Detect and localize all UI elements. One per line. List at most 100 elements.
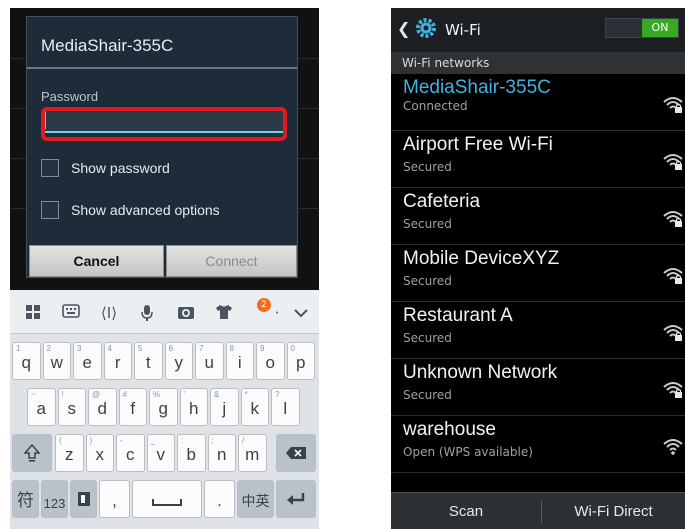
wifi-toggle[interactable]: ON — [605, 18, 679, 38]
key-t[interactable]: 5t — [134, 342, 163, 380]
network-item[interactable]: Airport Free Wi-Fi Secured — [391, 131, 685, 188]
key-row-3: (z) x - c _ v: b; n / m — [10, 430, 319, 476]
show-password-checkbox[interactable] — [41, 159, 59, 177]
key-k[interactable]: * k — [240, 388, 269, 426]
show-advanced-label: Show advanced options — [71, 202, 220, 218]
key-q[interactable]: 1q — [12, 342, 41, 380]
network-status: Secured — [403, 274, 452, 288]
network-item[interactable]: Restaurant A Secured — [391, 302, 685, 359]
connect-button[interactable]: Connect — [166, 245, 297, 277]
cancel-button[interactable]: Cancel — [29, 245, 164, 277]
network-item[interactable]: Cafeteria Secured — [391, 188, 685, 245]
key-s[interactable]: ! s — [57, 388, 86, 426]
show-password-row[interactable]: Show password — [41, 157, 170, 179]
network-name: MediaShair-355C — [403, 77, 551, 98]
password-label: Password — [41, 89, 99, 104]
comma-key[interactable]: , — [99, 480, 130, 518]
network-name: Cafeteria — [403, 191, 481, 212]
key-b[interactable]: :b — [177, 434, 206, 472]
key-g[interactable]: % g — [149, 388, 178, 426]
bottom-bar: Scan Wi-Fi Direct — [391, 492, 685, 529]
wifi-secured-icon — [663, 153, 683, 171]
wifi-direct-button[interactable]: Wi-Fi Direct — [542, 493, 685, 529]
network-item[interactable]: warehouse Open (WPS available) — [391, 416, 685, 473]
network-name: Restaurant A — [403, 305, 513, 326]
wifi-password-dialog: MediaShair-355C Password Show password S… — [26, 16, 298, 278]
key-p[interactable]: 0p — [286, 342, 315, 380]
key-w[interactable]: 2w — [42, 342, 71, 380]
key-a[interactable]: ~ a — [27, 388, 56, 426]
key-n[interactable]: ; n — [207, 434, 236, 472]
numbers-key[interactable]: 123 — [41, 480, 68, 518]
settings-gear-icon — [416, 18, 436, 38]
network-status: Secured — [403, 217, 452, 231]
password-dialog-screen: MediaShair-355C Password Show password S… — [10, 8, 319, 529]
enter-key[interactable] — [276, 480, 316, 518]
wifi-secured-icon — [663, 210, 683, 228]
input-method-key[interactable] — [70, 480, 97, 518]
key-row-2: ~ a! s @ d # f% g ' h & j * k? l — [10, 384, 319, 430]
network-status: Open (WPS available) — [403, 445, 533, 459]
period-key[interactable]: . — [204, 480, 235, 518]
key-v[interactable]: _ v — [146, 434, 175, 472]
network-status: Secured — [403, 388, 452, 402]
show-advanced-row[interactable]: Show advanced options — [41, 199, 220, 221]
network-name: warehouse — [403, 419, 496, 440]
wifi-secured-icon — [663, 267, 683, 285]
key-o[interactable]: 9o — [256, 342, 285, 380]
wifi-secured-icon — [663, 324, 683, 342]
network-name: Airport Free Wi-Fi — [403, 134, 553, 155]
scan-button[interactable]: Scan — [391, 493, 541, 529]
symbols-key[interactable]: 符 — [12, 480, 39, 518]
key-u[interactable]: 7u — [195, 342, 224, 380]
network-item[interactable]: Unknown Network Secured — [391, 359, 685, 416]
network-item[interactable]: Mobile DeviceXYZ Secured — [391, 245, 685, 302]
network-item[interactable]: MediaShair-355C Connected — [391, 74, 685, 131]
network-status: Secured — [403, 331, 452, 345]
microphone-icon[interactable] — [138, 304, 156, 322]
key-h[interactable]: ' h — [179, 388, 208, 426]
network-name: Unknown Network — [403, 362, 558, 383]
key-d[interactable]: @ d — [88, 388, 117, 426]
wifi-signal-icon — [663, 438, 683, 456]
theme-icon[interactable] — [215, 304, 233, 322]
cursor-move-icon[interactable]: ⟨I⟩ — [100, 304, 118, 322]
wifi-secured-icon — [663, 96, 683, 114]
network-status: Secured — [403, 160, 452, 174]
keyboard-icon[interactable] — [62, 304, 80, 322]
network-name: Mobile DeviceXYZ — [403, 248, 560, 269]
dialog-title: MediaShair-355C — [27, 17, 297, 69]
key-j[interactable]: & j — [210, 388, 239, 426]
wifi-settings-screen: ❮ Wi-Fi ON Wi-Fi networks MediaShair-355… — [391, 8, 685, 529]
key-e[interactable]: 3e — [73, 342, 102, 380]
network-status: Connected — [403, 99, 468, 113]
wifi-header: ❮ Wi-Fi ON — [391, 8, 685, 52]
page-title: Wi-Fi — [445, 21, 481, 39]
camera-icon[interactable] — [177, 304, 195, 322]
key-x[interactable]: ) x — [85, 434, 114, 472]
keyboard: ⟨I⟩ 2 · 1q2w3e4r5t6y7u8i9o0p ~ a! s @ d # f% g '… — [10, 290, 319, 529]
space-key[interactable] — [132, 480, 202, 518]
backspace-key[interactable] — [276, 434, 316, 472]
section-header: Wi-Fi networks — [391, 52, 685, 74]
grid-icon[interactable] — [24, 304, 42, 322]
chevron-down-icon[interactable] — [292, 304, 310, 322]
highlight-box — [41, 107, 287, 141]
toggle-on-label: ON — [642, 19, 678, 37]
back-icon[interactable]: ❮ — [397, 19, 410, 38]
key-r[interactable]: 4r — [103, 342, 132, 380]
shift-key[interactable] — [12, 434, 52, 472]
key-f[interactable]: # f — [118, 388, 147, 426]
key-c[interactable]: -c — [116, 434, 145, 472]
keyboard-toolbar: ⟨I⟩ 2 · — [10, 290, 319, 334]
key-row-1: 1q2w3e4r5t6y7u8i9o0p — [10, 338, 319, 384]
key-y[interactable]: 6y — [164, 342, 193, 380]
key-z[interactable]: (z — [55, 434, 84, 472]
key-row-4: 符 123 , . 中英 — [10, 476, 319, 522]
language-key[interactable]: 中英 — [237, 480, 274, 518]
wifi-secured-icon — [663, 381, 683, 399]
key-l[interactable]: ? l — [271, 388, 300, 426]
key-i[interactable]: 8i — [225, 342, 254, 380]
show-advanced-checkbox[interactable] — [41, 201, 59, 219]
key-m[interactable]: / m — [238, 434, 267, 472]
